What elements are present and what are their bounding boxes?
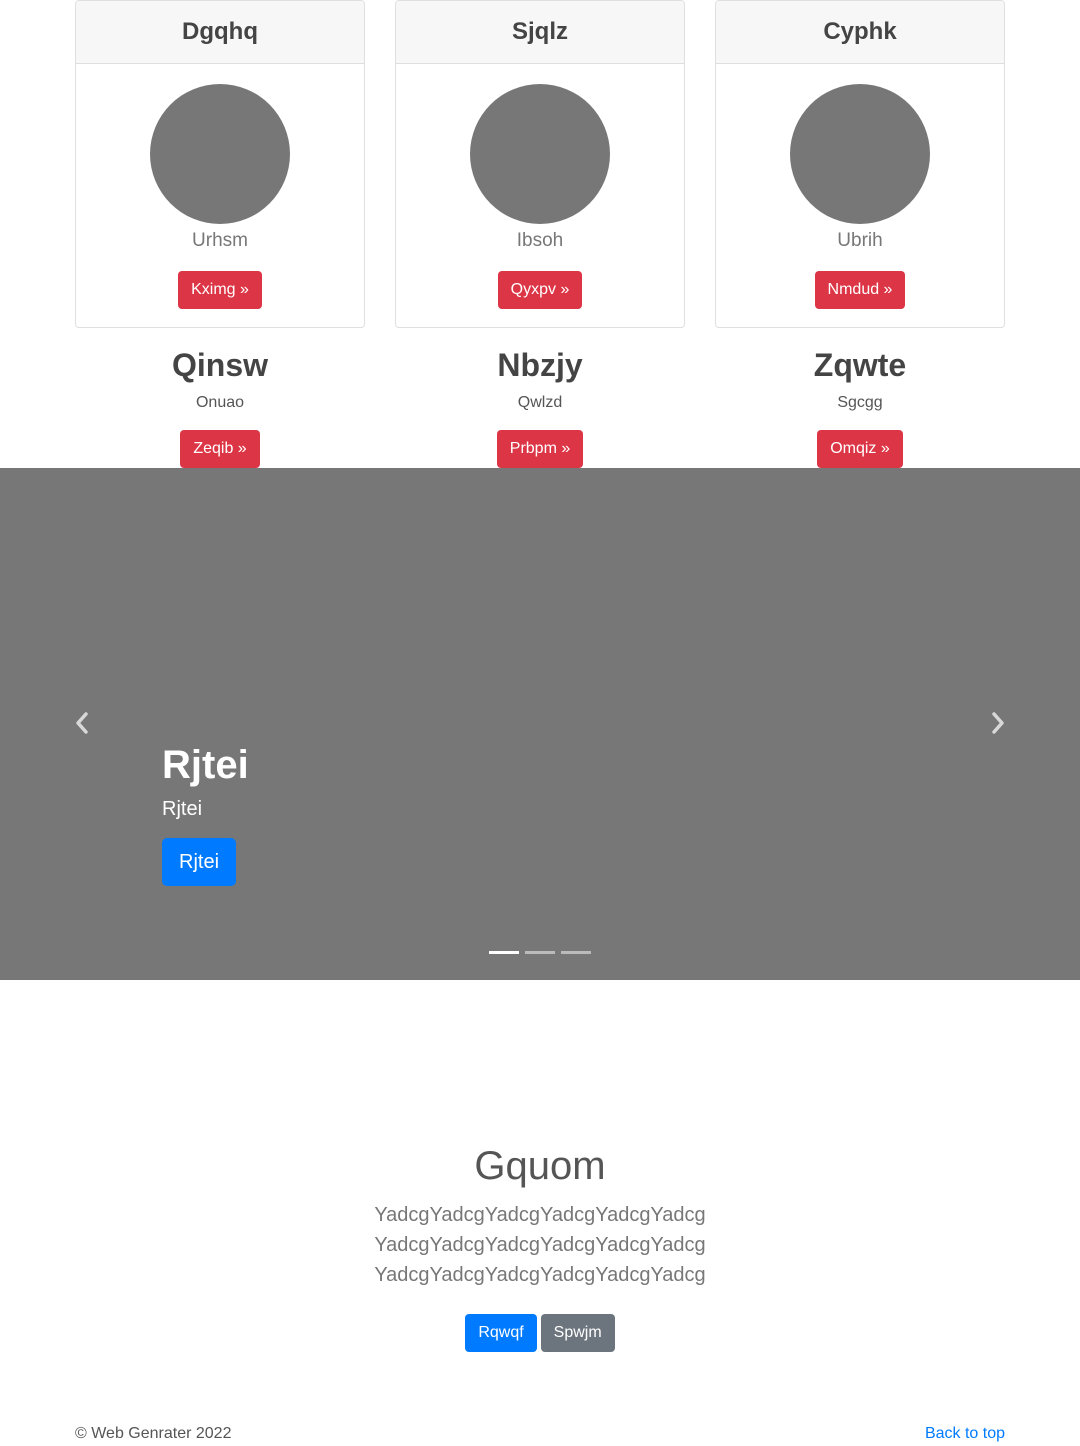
jumbotron: Gquom YadcgYadcgYadcgYadcgYadcgYadcg Yad… <box>0 1140 1080 1352</box>
carousel-indicator-1[interactable] <box>489 951 519 954</box>
carousel-caption-title: Rjtei <box>162 743 249 787</box>
avatar-placeholder <box>790 84 930 224</box>
feature: Zqwte Sgcgg Omqiz » <box>715 340 1005 468</box>
carousel-caption-text: Rjtei <box>162 798 203 820</box>
back-to-top-link[interactable]: Back to top <box>925 1422 1005 1446</box>
feature-button[interactable]: Omqiz » <box>817 430 903 468</box>
feature-title: Nbzjy <box>497 347 583 383</box>
jumbotron-buttons: Rqwqf Spwjm <box>0 1314 1080 1352</box>
carousel-caption-button[interactable]: Rjtei <box>162 838 237 886</box>
feature: Nbzjy Qwlzd Prbpm » <box>395 340 685 468</box>
card-title: Sjqlz <box>396 1 684 64</box>
card: Cyphk Ubrih Nmdud » <box>715 0 1005 328</box>
card-subtitle: Urhsm <box>192 230 248 251</box>
feature-title: Zqwte <box>813 347 907 383</box>
carousel: Rjtei Rjtei Rjtei <box>0 468 1080 980</box>
chevron-right-icon <box>992 712 1004 734</box>
features-row: Qinsw Onuao Zeqib » Nbzjy Qwlzd Prbpm » … <box>75 340 1005 468</box>
feature-button[interactable]: Zeqib » <box>180 430 260 468</box>
card-body: Urhsm Kximg » <box>76 64 364 309</box>
card-subtitle: Ubrih <box>837 230 883 251</box>
avatar-placeholder <box>150 84 290 224</box>
card: Dgqhq Urhsm Kximg » <box>75 0 365 328</box>
avatar-placeholder <box>470 84 610 224</box>
card-subtitle: Ibsoh <box>516 230 564 251</box>
carousel-indicator-3[interactable] <box>561 951 591 954</box>
card-body: Ubrih Nmdud » <box>716 64 1004 309</box>
card-button[interactable]: Kximg » <box>178 271 262 309</box>
secondary-button[interactable]: Spwjm <box>540 1314 615 1352</box>
jumbotron-title: Gquom <box>474 1144 606 1188</box>
chevron-left-icon <box>76 712 88 734</box>
jumbotron-lead: YadcgYadcgYadcgYadcgYadcgYadcg YadcgYadc… <box>374 1204 706 1286</box>
feature-button[interactable]: Prbpm » <box>496 430 584 468</box>
feature: Qinsw Onuao Zeqib » <box>75 340 365 468</box>
feature-title: Qinsw <box>171 347 268 383</box>
card-title: Cyphk <box>716 1 1004 64</box>
carousel-prev-button[interactable] <box>62 708 102 738</box>
cards-row: Dgqhq Urhsm Kximg » Sjqlz Ibsoh Qyxpv » … <box>75 0 1005 328</box>
card-button[interactable]: Qyxpv » <box>497 271 583 309</box>
feature-text: Qwlzd <box>517 394 563 411</box>
primary-button[interactable]: Rqwqf <box>465 1314 537 1352</box>
feature-text: Onuao <box>195 394 245 411</box>
feature-text: Sgcgg <box>837 394 883 411</box>
carousel-caption: Rjtei Rjtei Rjtei <box>162 740 249 886</box>
copyright-text: © Web Genrater 2022 <box>75 1425 232 1442</box>
footer: © Web Genrater 2022 Back to top <box>75 1422 1005 1446</box>
card-button[interactable]: Nmdud » <box>814 271 906 309</box>
card: Sjqlz Ibsoh Qyxpv » <box>395 0 685 328</box>
carousel-indicators <box>0 951 1080 954</box>
card-title: Dgqhq <box>76 1 364 64</box>
card-body: Ibsoh Qyxpv » <box>396 64 684 309</box>
carousel-indicator-2[interactable] <box>525 951 555 954</box>
carousel-next-button[interactable] <box>978 708 1018 738</box>
